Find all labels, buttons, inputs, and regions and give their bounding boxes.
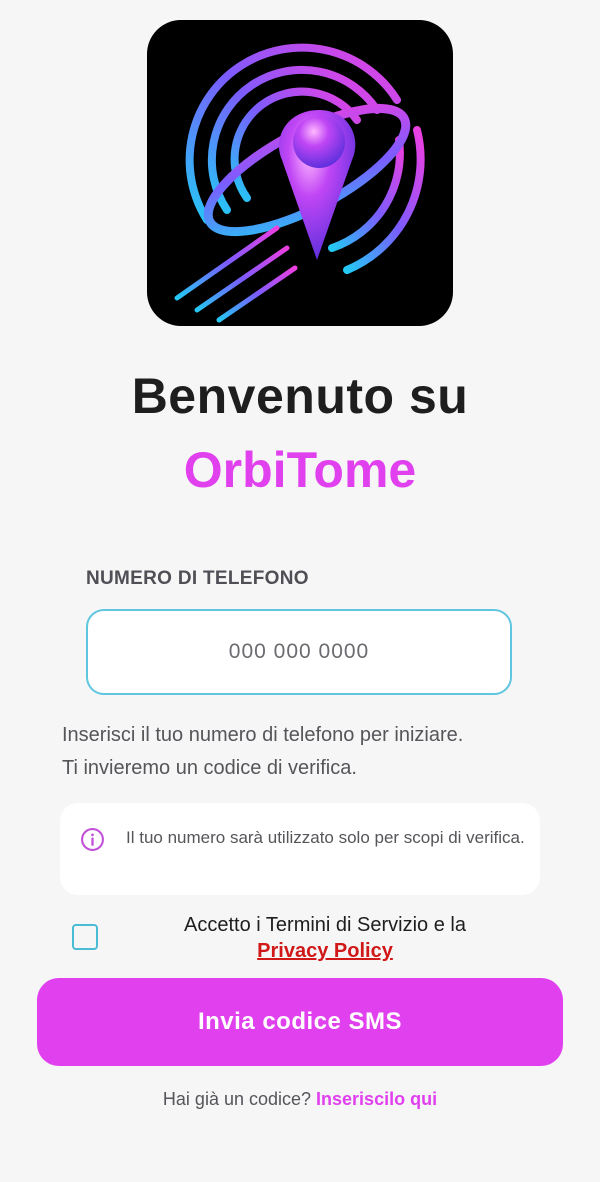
phone-number-input[interactable] bbox=[86, 609, 512, 695]
terms-checkbox[interactable] bbox=[72, 924, 98, 950]
phone-number-label: NUMERO DI TELEFONO bbox=[86, 568, 309, 589]
existing-code-question: Hai già un codice? bbox=[162, 1089, 317, 1109]
info-card: Il tuo numero sarà utilizzato solo per s… bbox=[60, 803, 540, 895]
helper-text-line2: Ti invieremo un codice di verifica. bbox=[62, 757, 357, 779]
privacy-policy-link[interactable]: Privacy Policy bbox=[257, 940, 393, 962]
terms-link-row: Privacy Policy bbox=[110, 938, 540, 964]
send-sms-code-button[interactable]: Invia codice SMS bbox=[37, 978, 563, 1066]
info-text: Il tuo numero sarà utilizzato solo per s… bbox=[126, 828, 525, 847]
info-circle-icon bbox=[81, 828, 104, 851]
enter-code-link[interactable]: Inseriscilo qui bbox=[316, 1089, 437, 1109]
welcome-title: Benvenuto su bbox=[131, 368, 469, 424]
brand-name: OrbiTome bbox=[183, 442, 417, 498]
app-logo bbox=[147, 20, 453, 326]
terms-text: Accetto i Termini di Servizio e la bbox=[184, 914, 466, 936]
orbit-location-pin-logo-icon bbox=[174, 43, 425, 323]
helper-text-line1: Inserisci il tuo numero di telefono per … bbox=[62, 724, 464, 746]
existing-code-row: Hai già un codice? Inseriscilo qui bbox=[0, 1089, 600, 1110]
helper-text: Inserisci il tuo numero di telefono per … bbox=[62, 719, 542, 785]
login-screen: Benvenuto su OrbiTome NUMERO DI TELEFONO… bbox=[0, 0, 600, 1182]
